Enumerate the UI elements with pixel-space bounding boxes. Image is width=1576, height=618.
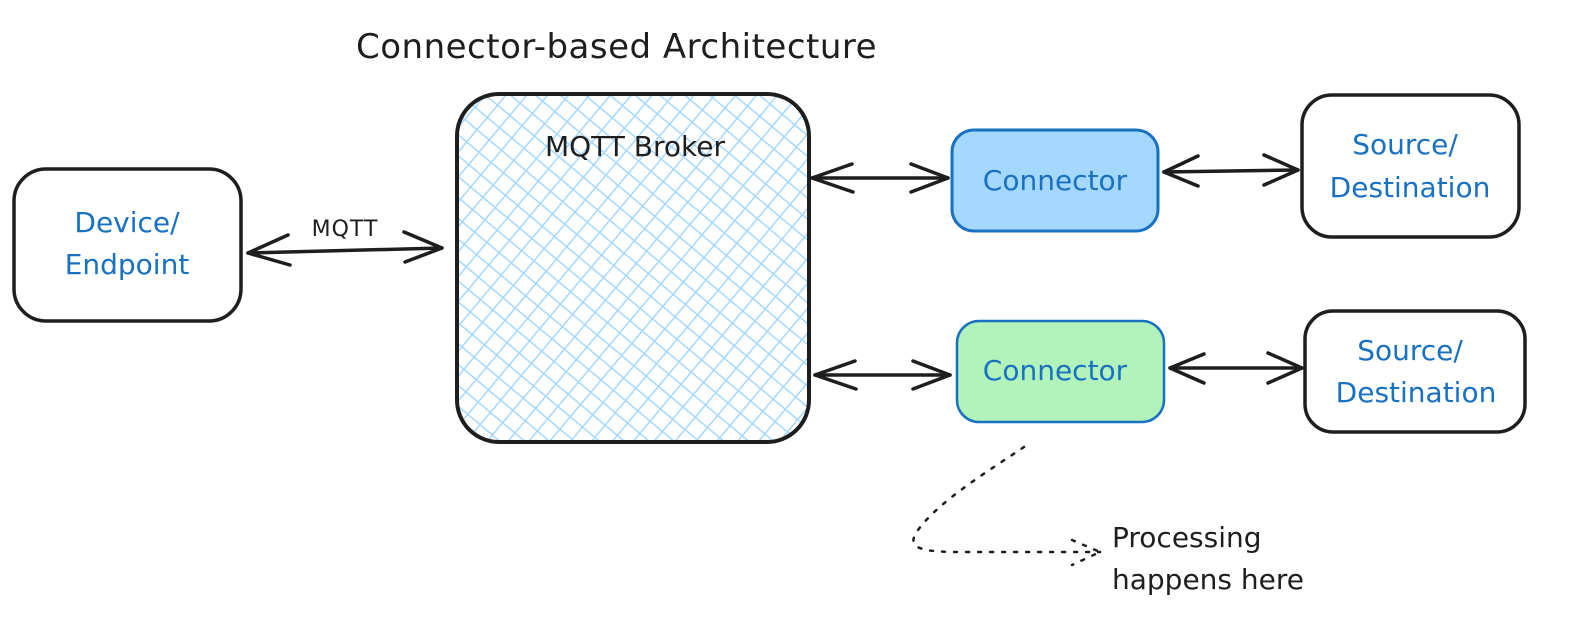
annotation-line1: Processing (1112, 521, 1262, 554)
annotation-arrow-line (912, 445, 1102, 554)
source-destination-bottom-node[interactable]: Source/ Destination (1303, 309, 1527, 434)
diagram-title: Connector-based Architecture (356, 27, 877, 67)
source-destination-bottom-line1: Source/ (1357, 334, 1463, 367)
mqtt-arrow-label: MQTT (312, 217, 379, 242)
connector-bottom-label: Connector (983, 354, 1128, 387)
connector-bottom-source-bottom-arrow (1168, 351, 1304, 385)
source-destination-top-node[interactable]: Source/ Destination (1300, 93, 1521, 239)
device-endpoint-label-line1: Device/ (74, 206, 180, 239)
source-destination-top-box (1300, 93, 1521, 239)
connector-bottom-node[interactable]: Connector (955, 319, 1166, 424)
device-endpoint-node[interactable]: Device/ Endpoint (12, 167, 243, 323)
mqtt-arrow-line (246, 246, 444, 255)
source-destination-bottom-line2: Destination (1336, 376, 1497, 409)
source-destination-bottom-box (1303, 309, 1527, 434)
mqtt-broker-label: MQTT Broker (545, 130, 725, 163)
source-destination-top-line1: Source/ (1352, 128, 1458, 161)
annotation-line2: happens here (1112, 563, 1304, 596)
mqtt-broker-node[interactable]: MQTT Broker (455, 92, 811, 444)
source-destination-top-line2: Destination (1330, 171, 1491, 204)
mqtt-arrow-head-left (246, 233, 292, 267)
connector-top-source-top-arrow (1162, 153, 1300, 188)
architecture-diagram: Connector-based Architecture Device/ End… (12, 27, 1527, 596)
device-endpoint-box (12, 167, 243, 323)
mqtt-arrow: MQTT (246, 217, 444, 267)
broker-connector-bottom-arrow (813, 359, 952, 391)
device-endpoint-label-line2: Endpoint (65, 248, 190, 281)
connector-top-label: Connector (983, 164, 1128, 197)
broker-connector-top-arrow (810, 162, 950, 194)
connector-top-node[interactable]: Connector (950, 128, 1160, 233)
annotation-arrow (912, 445, 1104, 567)
